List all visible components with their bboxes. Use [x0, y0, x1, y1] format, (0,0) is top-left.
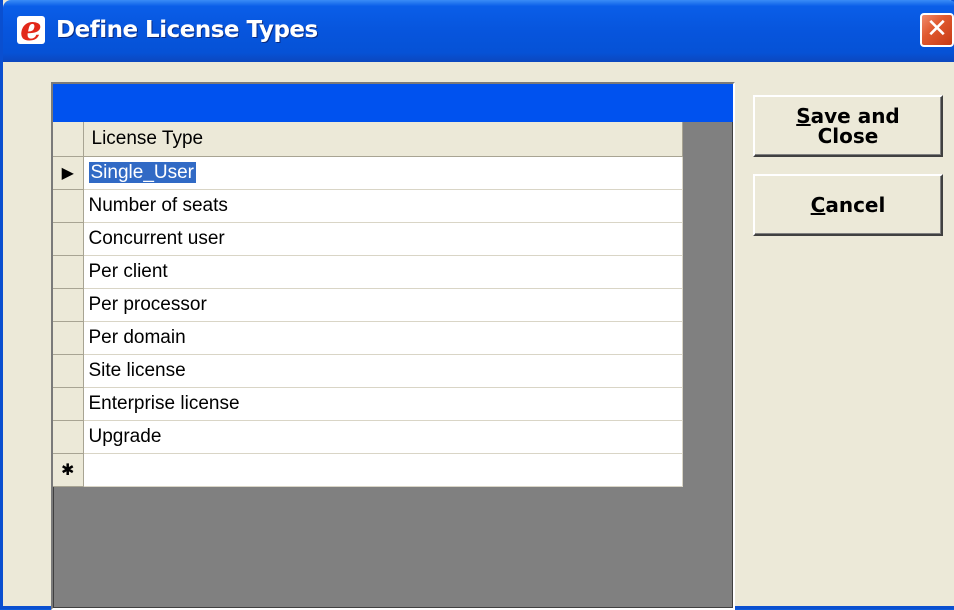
table-row[interactable]: Number of seats: [53, 189, 683, 223]
table-row[interactable]: Site license: [53, 354, 683, 388]
define-license-types-window: e Define License Types ✕ License Type ▶ …: [0, 0, 954, 610]
license-type-cell[interactable]: Concurrent user: [83, 222, 683, 256]
license-types-grid: License Type ▶ Single_User Number of sea…: [51, 82, 735, 610]
license-type-cell[interactable]: Per client: [83, 255, 683, 289]
row-selector[interactable]: [53, 222, 84, 256]
cancel-button[interactable]: Cancel: [753, 174, 943, 236]
table-row[interactable]: Upgrade: [53, 420, 683, 454]
dialog-body: License Type ▶ Single_User Number of sea…: [6, 62, 954, 610]
grid-corner-header[interactable]: [53, 122, 84, 157]
license-type-cell[interactable]: Upgrade: [83, 420, 683, 454]
row-selector[interactable]: [53, 420, 84, 454]
table-row[interactable]: Concurrent user: [53, 222, 683, 256]
license-type-cell[interactable]: Enterprise license: [83, 387, 683, 421]
license-type-cell[interactable]: Single_User: [83, 156, 683, 190]
table-row[interactable]: Enterprise license: [53, 387, 683, 421]
new-record-row[interactable]: ✱: [53, 453, 683, 487]
license-type-cell[interactable]: Site license: [83, 354, 683, 388]
row-selector[interactable]: [53, 288, 84, 322]
selected-cell-text[interactable]: Single_User: [88, 161, 196, 183]
app-logo-icon: e: [17, 12, 45, 46]
cancel-label-rest: ancel: [825, 193, 886, 217]
column-header-license-type[interactable]: License Type: [83, 122, 683, 157]
grid-caption-bar: [53, 84, 733, 122]
row-selector[interactable]: [53, 189, 84, 223]
row-selector[interactable]: [53, 354, 84, 388]
license-type-cell[interactable]: Number of seats: [83, 189, 683, 223]
new-record-cell[interactable]: [83, 453, 683, 487]
table-row[interactable]: Per domain: [53, 321, 683, 355]
table-row[interactable]: Per processor: [53, 288, 683, 322]
license-type-cell[interactable]: Per processor: [83, 288, 683, 322]
row-selector[interactable]: [53, 321, 84, 355]
table-row[interactable]: ▶ Single_User: [53, 156, 683, 190]
license-type-cell[interactable]: Per domain: [83, 321, 683, 355]
license-type-table: License Type ▶ Single_User Number of sea…: [53, 122, 683, 487]
title-bar[interactable]: e Define License Types ✕: [3, 0, 954, 62]
save-and-close-label: Save and Close: [796, 106, 900, 146]
save-and-close-button[interactable]: Save and Close: [753, 95, 943, 157]
window-title: Define License Types: [56, 17, 318, 43]
table-row[interactable]: Per client: [53, 255, 683, 289]
cancel-label: Cancel: [811, 195, 886, 215]
close-button[interactable]: ✕: [920, 13, 954, 47]
row-selector[interactable]: [53, 255, 84, 289]
close-label: Close: [817, 124, 879, 148]
current-row-indicator-icon[interactable]: ▶: [53, 156, 84, 190]
new-record-asterisk-icon[interactable]: ✱: [53, 453, 84, 487]
save-mnemonic: S: [796, 104, 811, 128]
cancel-mnemonic: C: [810, 193, 826, 217]
row-selector[interactable]: [53, 387, 84, 421]
